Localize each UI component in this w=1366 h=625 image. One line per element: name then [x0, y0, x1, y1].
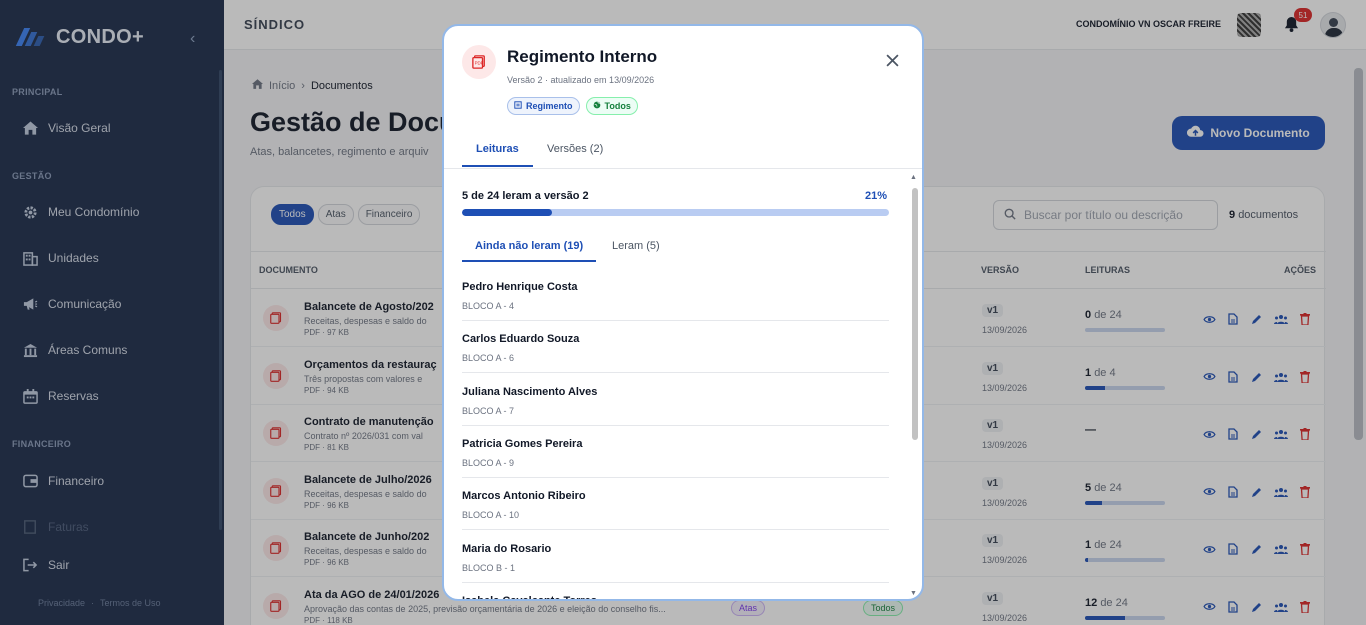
resident-name: Pedro Henrique Costa	[462, 281, 578, 293]
resident-unit: BLOCO A - 9	[462, 457, 515, 468]
document-icon	[514, 101, 522, 111]
resident-unit: BLOCO A - 7	[462, 405, 515, 416]
resident-name: Patricia Gomes Pereira	[462, 437, 583, 450]
progress-bar	[462, 209, 889, 216]
resident-unit: BLOCO A - 6	[462, 353, 515, 364]
svg-text:PDF: PDF	[475, 61, 484, 66]
list-item: Pedro Henrique Costa BLOCO A - 4	[462, 269, 889, 321]
list-item: Isabela Cavalcante Torres	[462, 583, 889, 601]
modal-scrollbar-thumb[interactable]	[912, 188, 918, 440]
reader-subtabs: Ainda não leram (19) Leram (5)	[462, 234, 889, 262]
list-item: Patricia Gomes Pereira BLOCO A - 9	[462, 426, 889, 478]
modal-badges: Regimento Todos	[507, 97, 638, 115]
resident-unit: BLOCO A - 4	[462, 301, 515, 311]
tab-versoes[interactable]: Versões (2)	[547, 143, 603, 165]
document-modal: PDF Regimento Interno Versão 2 · atualiz…	[442, 24, 924, 601]
progress-fill	[462, 209, 552, 216]
progress-percent: 21%	[865, 190, 888, 202]
subtab-read[interactable]: Leram (5)	[612, 240, 660, 260]
category-badge: Regimento	[507, 97, 580, 115]
resident-name: Maria do Rosario	[462, 542, 552, 555]
globe-icon	[593, 101, 601, 111]
file-pdf-icon: PDF	[462, 45, 496, 79]
modal-title: Regimento Interno	[507, 47, 658, 66]
modal-tabs: Leituras Versões (2)	[444, 136, 922, 169]
list-item: Carlos Eduardo Souza BLOCO A - 6	[462, 321, 889, 374]
resident-name: Marcos Antonio Ribeiro	[462, 490, 586, 503]
audience-badge: Todos	[585, 97, 638, 115]
subtab-not-read[interactable]: Ainda não leram (19)	[462, 240, 597, 262]
tab-leituras[interactable]: Leituras	[462, 143, 533, 167]
modal-body: 5 de 24 leram a versão 2 21% Ainda não l…	[444, 170, 922, 601]
resident-unit: BLOCO B - 1	[462, 562, 516, 573]
close-icon[interactable]	[882, 50, 902, 70]
resident-name: Juliana Nascimento Alves	[462, 385, 598, 398]
resident-name: Isabela Cavalcante Torres	[462, 594, 597, 601]
scroll-up-icon[interactable]: ▲	[910, 174, 917, 181]
modal-subtitle: Versão 2 · atualizado em 13/09/2026	[507, 75, 655, 85]
resident-name: Carlos Eduardo Souza	[462, 333, 580, 346]
resident-unit: BLOCO A - 10	[462, 510, 520, 521]
list-item: Juliana Nascimento Alves BLOCO A - 7	[462, 374, 889, 426]
audience-badge-label: Todos	[604, 101, 631, 111]
category-badge-label: Regimento	[526, 101, 573, 111]
list-item: Maria do Rosario BLOCO B - 1	[462, 531, 889, 583]
list-item: Marcos Antonio Ribeiro BLOCO A - 10	[462, 478, 889, 531]
progress-label: 5 de 24 leram a versão 2	[462, 190, 589, 202]
scroll-down-icon[interactable]: ▼	[910, 590, 917, 597]
